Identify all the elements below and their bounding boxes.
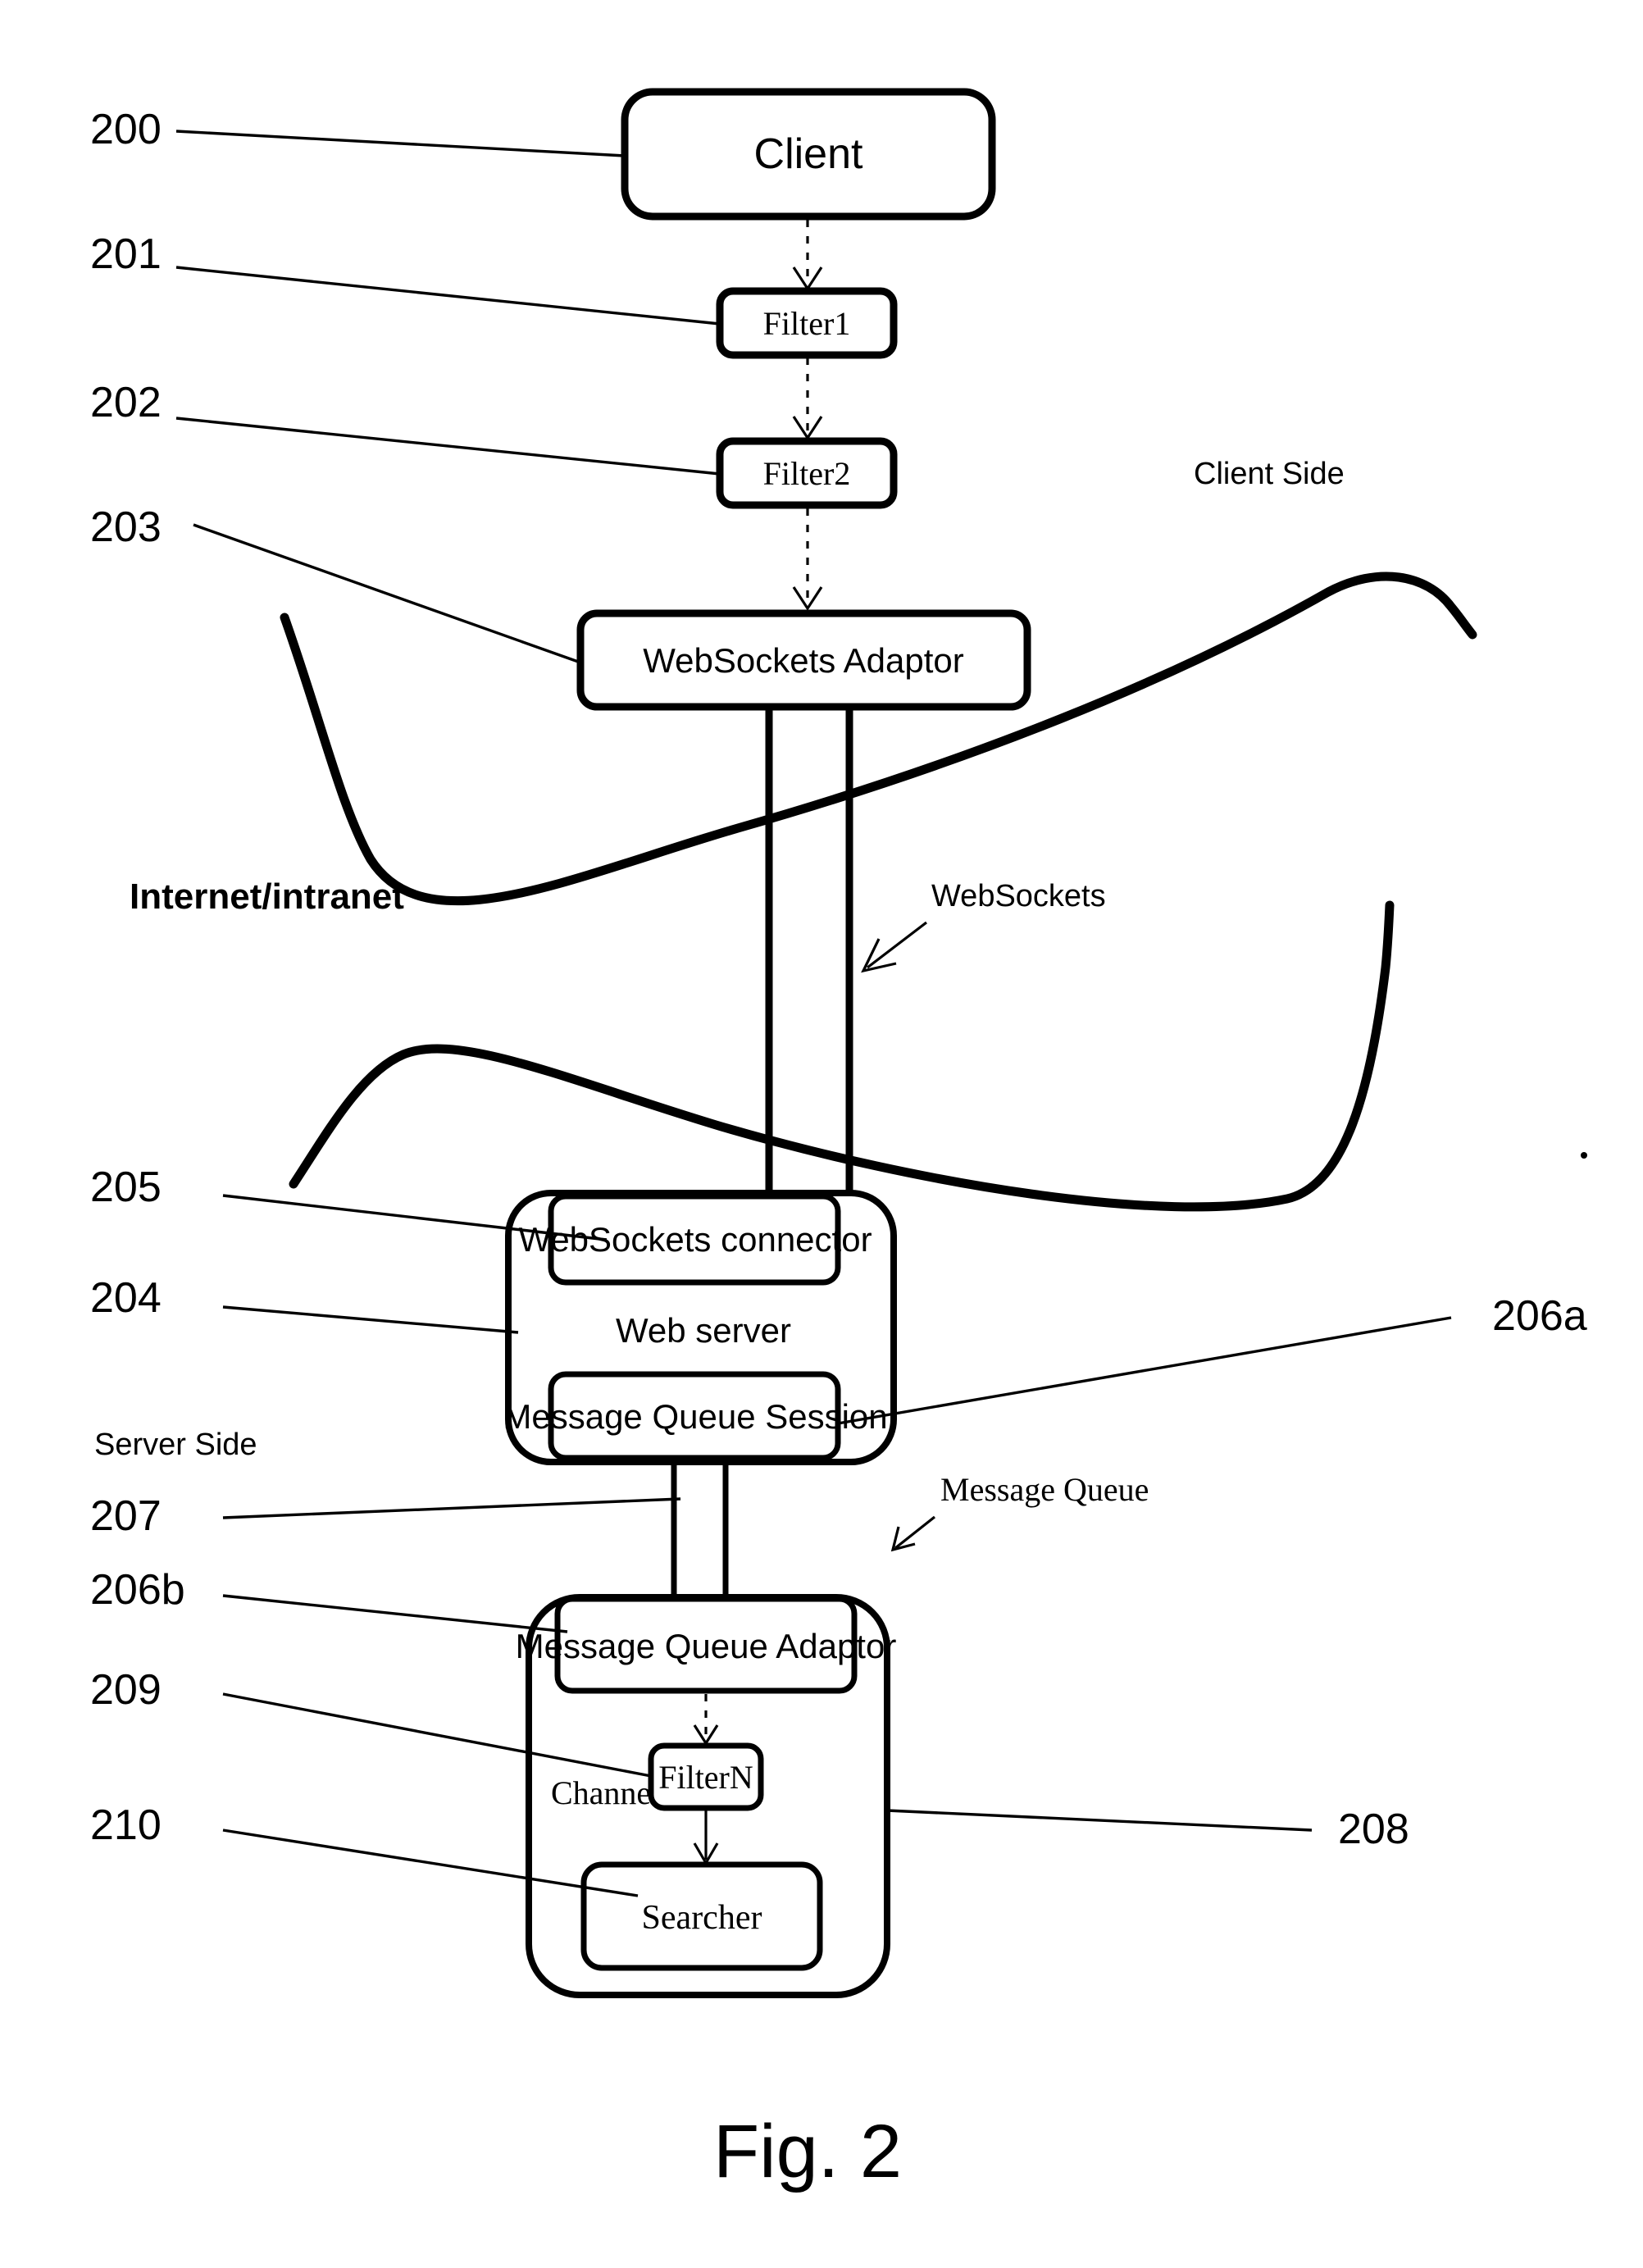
node-filtern-label: FilterN	[658, 1759, 753, 1796]
node-message-queue-session-label: Message Queue Session	[503, 1397, 887, 1436]
ref-203-leader	[193, 523, 581, 664]
boundary-dot	[1581, 1152, 1587, 1159]
ref-206a-label: 206a	[1492, 1292, 1587, 1340]
ref-208-leader	[886, 1809, 1313, 1832]
ref-204-label: 204	[90, 1274, 162, 1322]
patent-figure-2: Client Filter1 Filter2 WebSockets Adapto…	[0, 0, 1643, 2268]
node-searcher-label: Searcher	[642, 1899, 762, 1937]
channel-label: Channel	[551, 1774, 660, 1811]
server-side-label: Server Side	[94, 1428, 257, 1462]
node-filter1-label: Filter1	[763, 305, 851, 342]
ref-205-label: 205	[90, 1164, 162, 1211]
ref-202-leader	[175, 417, 721, 476]
node-websockets-adaptor-label: WebSockets Adaptor	[643, 641, 963, 680]
ref-200-leader	[175, 130, 626, 157]
ref-209-label: 209	[90, 1666, 162, 1714]
ref-206a-leader	[837, 1316, 1452, 1425]
figure-caption: Fig. 2	[713, 2110, 902, 2193]
ref-206b-label: 206b	[90, 1566, 185, 1614]
figure-canvas: Client Filter1 Filter2 WebSockets Adapto…	[90, 88, 1587, 2193]
ref-208-label: 208	[1338, 1806, 1409, 1853]
ref-201-leader	[175, 266, 721, 326]
ref-207-leader	[222, 1497, 681, 1519]
node-web-server-label: Web server	[616, 1311, 791, 1350]
network-boundary-bottom-curve	[289, 900, 1395, 1212]
node-message-queue-adaptor-label: Message Queue Adaptor	[516, 1627, 897, 1665]
ref-210-label: 210	[90, 1801, 162, 1849]
node-filter2-label: Filter2	[763, 455, 851, 492]
websockets-annotation-label: WebSockets	[931, 879, 1106, 913]
message-queue-annotation-leader	[894, 1515, 935, 1550]
ref-202-label: 202	[90, 379, 162, 426]
node-websockets-connector-label: WebSockets connector	[518, 1220, 872, 1259]
ref-204-leader	[222, 1305, 519, 1334]
ref-207-label: 207	[90, 1492, 162, 1540]
client-side-label: Client Side	[1194, 457, 1345, 491]
ref-200-label: 200	[90, 106, 162, 153]
internet-intranet-label: Internet/intranet	[130, 877, 404, 917]
message-queue-annotation-label: Message Queue	[940, 1471, 1149, 1508]
ref-203-label: 203	[90, 503, 162, 551]
ref-206b-leader	[222, 1594, 568, 1633]
node-client-label: Client	[754, 130, 863, 178]
ref-201-label: 201	[90, 230, 162, 278]
